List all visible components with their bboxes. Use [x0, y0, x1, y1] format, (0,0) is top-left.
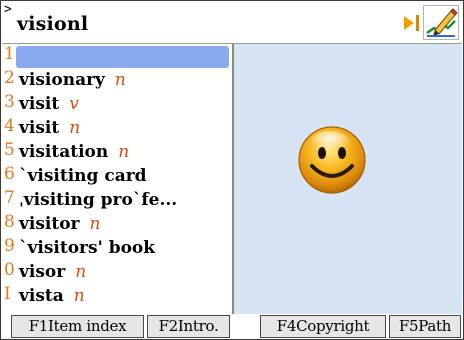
list-item[interactable]: 0 visor n — [2, 260, 232, 284]
list-item[interactable]: 5 visitation n — [2, 140, 232, 164]
item-pos: n — [89, 214, 101, 234]
function-key-bar: F1Item index F2Intro. F4Copyright F5Path — [2, 314, 462, 338]
item-pos: n — [73, 286, 85, 306]
dictionary-window: > visionl 1 2 visionary n 3 visit v 4 vi… — [0, 0, 464, 340]
f5-path-button[interactable]: F5Path — [389, 315, 461, 338]
item-pos: n — [118, 142, 130, 162]
list-item[interactable]: 6 `visiting card — [2, 164, 232, 188]
item-number: 2 — [4, 68, 15, 88]
item-pos: n — [69, 118, 81, 138]
item-pos: n — [75, 262, 87, 282]
item-number: 9 — [4, 236, 15, 256]
f4-copyright-button[interactable]: F4Copyright — [260, 315, 386, 338]
item-word-text: visitation — [19, 142, 109, 162]
item-number: 3 — [4, 92, 15, 112]
list-item[interactable]: I vista n — [2, 284, 232, 308]
item-number: 6 — [4, 164, 15, 184]
search-bar[interactable]: > visionl — [2, 2, 462, 44]
item-word: `visitors' book — [19, 236, 155, 260]
search-input[interactable]: visionl — [17, 12, 88, 36]
item-pos: v — [69, 94, 79, 114]
item-number: 0 — [4, 260, 15, 280]
item-word-text: visit — [19, 94, 60, 114]
item-pos: n — [114, 70, 126, 90]
pen-glyph-icon — [426, 8, 458, 37]
item-word-text: visit — [19, 118, 60, 138]
item-number: 4 — [4, 116, 15, 136]
item-word: visit n — [19, 116, 80, 140]
list-item[interactable]: 9 `visitors' book — [2, 236, 232, 260]
item-word: visionary n — [19, 68, 126, 92]
item-number: 1 — [4, 44, 15, 64]
item-word-text: visitor — [19, 214, 80, 234]
item-word-text: visor — [19, 262, 66, 282]
picture-panel — [234, 44, 462, 314]
list-item[interactable]: 3 visit v — [2, 92, 232, 116]
f2-intro-button[interactable]: F2Intro. — [147, 315, 230, 338]
item-number: 8 — [4, 212, 15, 232]
item-word-text: visionary — [19, 70, 105, 90]
item-word: `visiting card — [19, 164, 147, 188]
item-word: visitor n — [19, 212, 100, 236]
list-item[interactable]: 2 visionary n — [2, 68, 232, 92]
item-word-text: ˌvisiting pro`fe... — [19, 190, 178, 210]
item-word-text: `visiting card — [19, 166, 147, 186]
item-word: vista n — [19, 284, 85, 308]
item-word-text: `visitors' book — [19, 238, 156, 258]
play-icon[interactable] — [403, 13, 421, 33]
list-item[interactable]: 7 ˌvisiting pro`fe... — [2, 188, 232, 212]
item-word: visor n — [19, 260, 86, 284]
list-item[interactable]: 1 — [2, 44, 232, 68]
list-item[interactable]: 8 visitor n — [2, 212, 232, 236]
prompt-marker: > — [4, 2, 12, 17]
list-item[interactable]: 4 visit n — [2, 116, 232, 140]
item-word: ˌvisiting pro`fe... — [19, 188, 177, 212]
word-list: 1 2 visionary n 3 visit v 4 visit n 5 visit… — [2, 44, 232, 314]
item-word: visit v — [19, 92, 79, 116]
item-word-text: vista — [19, 286, 64, 306]
f1-item-index-button[interactable]: F1Item index — [11, 315, 144, 338]
item-number: 5 — [4, 140, 15, 160]
item-number: I — [4, 284, 11, 304]
item-number: 7 — [4, 188, 15, 208]
item-word: visitation n — [19, 140, 129, 164]
smiley-face-icon — [298, 126, 366, 194]
pen-write-icon[interactable] — [423, 5, 459, 40]
